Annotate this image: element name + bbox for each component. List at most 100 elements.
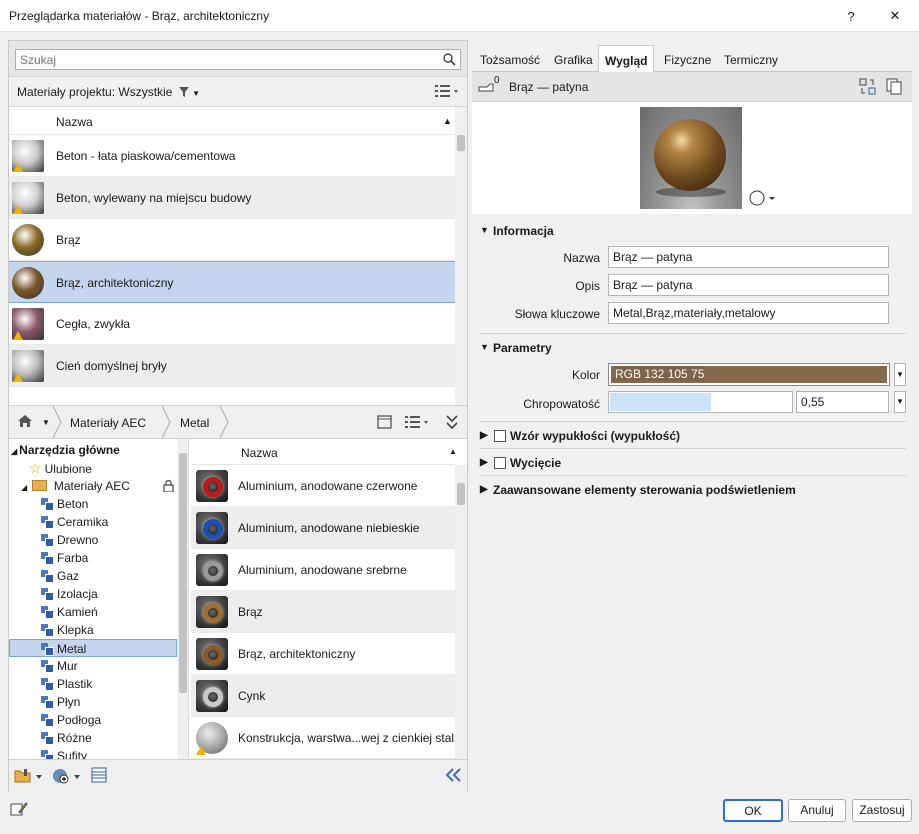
tree-scrollbar[interactable] [177, 439, 188, 759]
expand-icon[interactable]: ▶ [480, 484, 488, 495]
expand-icon[interactable]: ▶ [480, 430, 488, 441]
project-material-row[interactable]: Brąz [9, 219, 455, 261]
search-icon[interactable] [443, 53, 456, 69]
keywords-field[interactable]: Metal,Brąz,materiały,metalowy [608, 302, 889, 324]
tree-item-12[interactable]: Podłoga [41, 711, 101, 729]
cutout-checkbox[interactable] [494, 457, 506, 469]
tree-item-0[interactable]: Beton [41, 495, 88, 513]
library-material-row[interactable]: Aluminium, anodowane czerwone [191, 465, 455, 507]
tab-2[interactable]: Wygląd [598, 45, 655, 73]
tab-bar: Tożsamość Grafika Wygląd Fizyczne Termiczny [472, 44, 912, 73]
material-name: Brąz, architektoniczny [56, 276, 174, 290]
help-button[interactable]: ? [836, 4, 866, 28]
tab-4[interactable]: Termiczny [718, 49, 784, 72]
material-thumbnail [196, 638, 228, 670]
library-material-row[interactable]: Aluminium, anodowane srebrne [191, 549, 455, 591]
breadcrumb-metal[interactable]: Metal [180, 416, 209, 430]
chevron-down-icon[interactable]: ▼ [192, 89, 200, 98]
preview-area [472, 102, 912, 214]
list-view-options-icon[interactable] [435, 84, 459, 101]
folder-icon [31, 480, 47, 491]
sort-ascending-icon[interactable]: ▲ [443, 116, 452, 126]
library-view-options-icon[interactable] [405, 415, 429, 432]
library-scrollbar[interactable] [455, 465, 467, 759]
library-material-name: Cynk [238, 689, 266, 703]
library-name-column-header[interactable]: Nazwa [241, 446, 278, 460]
asset-editor-icon[interactable] [91, 767, 107, 786]
library-material-row[interactable]: Cynk [191, 675, 455, 717]
tab-3[interactable]: Fizyczne [658, 49, 717, 72]
edit-note-icon[interactable] [10, 801, 28, 820]
section-cutout[interactable]: ▶ Wycięcie [472, 450, 912, 476]
collapse-left-icon[interactable] [445, 768, 461, 785]
tree-item-2[interactable]: Drewno [41, 531, 98, 549]
library-folder-menu-icon[interactable] [14, 768, 44, 787]
library-material-row[interactable]: Brąz, architektoniczny [191, 633, 455, 675]
tree-item-9[interactable]: Mur [41, 657, 78, 675]
color-field[interactable]: RGB 132 105 75 [608, 363, 890, 386]
collapse-down-icon[interactable] [446, 414, 458, 433]
preview-shape-icon[interactable] [749, 190, 777, 209]
add-material-menu-icon[interactable] [52, 768, 82, 787]
description-field[interactable]: Brąz — patyna [608, 274, 889, 296]
duplicate-asset-icon[interactable] [886, 78, 902, 98]
name-column-header[interactable]: Nazwa [56, 115, 93, 129]
collapse-icon[interactable]: ▼ [480, 342, 489, 352]
apply-button[interactable]: Zastosuj [852, 799, 912, 822]
section-parameters[interactable]: ▼ Parametry [472, 335, 912, 361]
library-material-row[interactable]: Aluminium, anodowane niebieskie [191, 507, 455, 549]
tree-item-library[interactable]: ◢ Materiały AEC [21, 477, 187, 495]
expand-icon[interactable]: ▶ [480, 457, 488, 468]
project-material-row[interactable]: Beton - łata piaskowa/cementowa [9, 135, 455, 177]
toggle-panel-icon[interactable] [377, 415, 392, 432]
tree-item-10[interactable]: Plastik [41, 675, 92, 693]
library-material-row[interactable]: Brąz [191, 591, 455, 633]
tree-item-7[interactable]: Klepka [41, 621, 94, 639]
library-material-row[interactable]: Konstrukcja, warstwa...wej z cienkiej st… [191, 717, 457, 759]
section-bump[interactable]: ▶ Wzór wypukłości (wypukłość) [472, 423, 912, 449]
section-information[interactable]: ▼ Informacja [472, 218, 912, 244]
ring-shape [203, 645, 223, 665]
expand-icon[interactable]: ◢ [11, 447, 17, 456]
sort-ascending-icon[interactable]: ▲ [449, 447, 457, 456]
tree-item-6[interactable]: Kamień [41, 603, 98, 621]
material-category-icon [41, 516, 54, 529]
project-material-row[interactable]: Beton, wylewany na miejscu budowy [9, 177, 455, 219]
tree-item-5[interactable]: Izolacja [41, 585, 98, 603]
bump-checkbox[interactable] [494, 430, 506, 442]
tree-item-1[interactable]: Ceramika [41, 513, 108, 531]
section-advanced[interactable]: ▶ Zaawansowane elementy sterowania podśw… [472, 477, 912, 503]
bottom-toolbar [9, 759, 467, 792]
close-button[interactable]: ✕ [880, 4, 910, 28]
tab-0[interactable]: Tożsamość [474, 49, 546, 72]
home-icon[interactable] [17, 414, 33, 431]
filter-icon[interactable] [178, 86, 189, 97]
tab-1[interactable]: Grafika [548, 49, 599, 72]
roughness-dropdown[interactable]: ▼ [894, 391, 906, 413]
project-list-scrollbar[interactable] [455, 107, 467, 405]
project-material-row[interactable]: Cień domyślnej bryły [9, 345, 455, 387]
tree-item-11[interactable]: Płyn [41, 693, 80, 711]
tree-root[interactable]: ◢ Narzędzia główne [11, 441, 120, 459]
tree-item-13[interactable]: Różne [41, 729, 92, 747]
project-materials-label[interactable]: Materiały projektu: Wszystkie ▼ [17, 85, 200, 99]
expand-icon[interactable]: ◢ [21, 483, 27, 492]
project-material-row[interactable]: Cegła, zwykła [9, 303, 455, 345]
replace-asset-icon[interactable] [859, 78, 876, 98]
tree-item-4[interactable]: Gaz [41, 567, 79, 585]
search-input[interactable] [15, 49, 461, 70]
tree-item-14[interactable]: Sufity [41, 747, 87, 759]
tree-item-3[interactable]: Farba [41, 549, 88, 567]
ok-button[interactable]: OK [723, 799, 783, 822]
tree-item-favorites[interactable]: ☆ Ulubione [29, 459, 92, 477]
breadcrumb-materials-aec[interactable]: Materiały AEC [70, 416, 146, 430]
collapse-icon[interactable]: ▼ [480, 225, 489, 235]
roughness-value-field[interactable]: 0,55 [796, 391, 889, 413]
cancel-button[interactable]: Anuluj [788, 799, 846, 822]
chevron-down-icon[interactable]: ▼ [42, 418, 50, 427]
project-material-row[interactable]: Brąz, architektoniczny [9, 261, 455, 303]
color-dropdown[interactable]: ▼ [894, 363, 906, 386]
name-field[interactable]: Brąz — patyna [608, 246, 889, 268]
roughness-slider[interactable] [608, 391, 793, 413]
tree-item-8[interactable]: Metal [9, 639, 177, 657]
